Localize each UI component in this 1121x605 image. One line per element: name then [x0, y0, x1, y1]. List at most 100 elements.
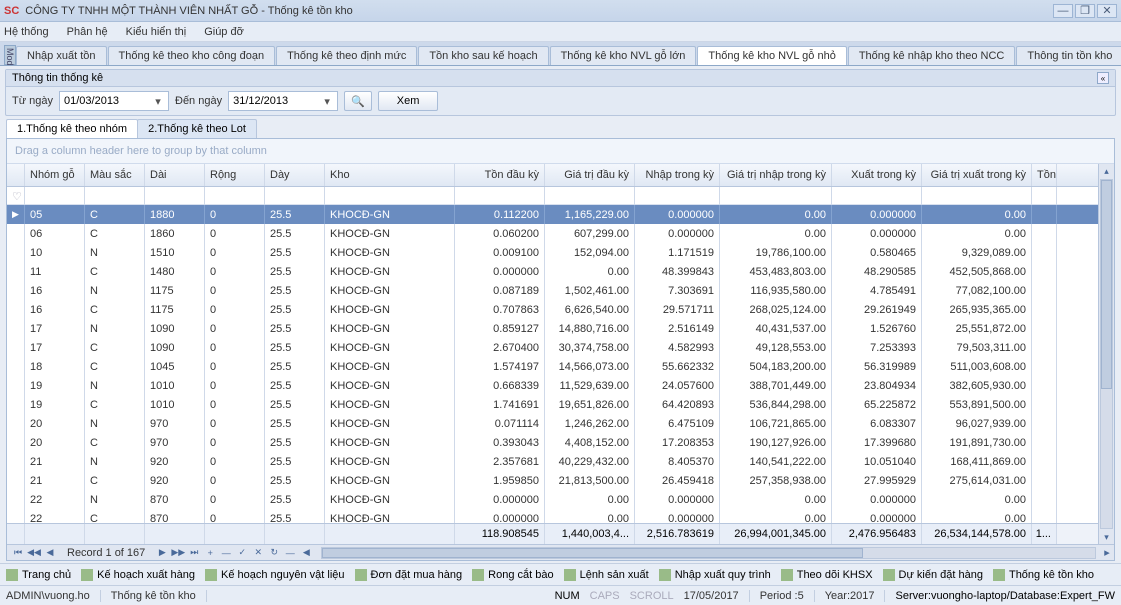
filter-collapse-button[interactable]: « [1097, 72, 1109, 84]
nav-last-icon[interactable]: ⏭ [187, 547, 201, 559]
filter-gtxtk[interactable] [922, 187, 1032, 205]
bottomnav-2[interactable]: Kế hoạch nguyên vật liệu [205, 569, 345, 581]
table-row[interactable]: 17C1090025.5KHOCĐ-GN2.67040030,374,758.0… [7, 338, 1098, 357]
menu-phanhe[interactable]: Phân hệ [67, 26, 108, 38]
nav-prev-page-icon[interactable]: ◀◀ [27, 547, 41, 559]
nav-left-icon[interactable]: ◀ [299, 547, 313, 559]
filter-nhom[interactable] [25, 187, 85, 205]
subtab-theo-nhom[interactable]: 1.Thống kê theo nhóm [6, 119, 138, 138]
filter-gtdk[interactable] [545, 187, 635, 205]
bottomnav-0[interactable]: Trang chủ [6, 569, 71, 581]
scroll-up-icon[interactable]: ▴ [1099, 164, 1114, 178]
tab-5[interactable]: Thống kê kho NVL gỗ nhỏ [697, 46, 846, 65]
group-by-hint[interactable]: Drag a column header here to group by th… [7, 139, 1114, 164]
filter-dai[interactable] [145, 187, 205, 205]
nav-collapse-icon[interactable]: — [283, 547, 297, 559]
bottomnav-1[interactable]: Kế hoạch xuất hàng [81, 569, 195, 581]
filter-funnel-icon[interactable]: ♡ [7, 187, 25, 205]
table-row[interactable]: 16N1175025.5KHOCĐ-GN0.0871891,502,461.00… [7, 281, 1098, 300]
v-scroll-thumb[interactable] [1101, 180, 1112, 389]
filter-gtntk[interactable] [720, 187, 832, 205]
table-row[interactable]: 06C1860025.5KHOCĐ-GN0.060200607,299.000.… [7, 224, 1098, 243]
filter-kho[interactable] [325, 187, 455, 205]
nav-cancel-icon[interactable]: ✕ [251, 547, 265, 559]
subtab-theo-lot[interactable]: 2.Thống kê theo Lot [137, 119, 257, 138]
col-indicator[interactable] [7, 164, 25, 186]
table-row[interactable]: 20C970025.5KHOCĐ-GN0.3930434,408,152.001… [7, 433, 1098, 452]
table-row[interactable]: 22N870025.5KHOCĐ-GN0.0000000.000.0000000… [7, 490, 1098, 509]
bottomnav-7[interactable]: Theo dõi KHSX [781, 569, 873, 581]
bottomnav-3[interactable]: Đơn đặt mua hàng [355, 569, 463, 581]
table-row[interactable]: 10N1510025.5KHOCĐ-GN0.009100152,094.001.… [7, 243, 1098, 262]
bottomnav-8[interactable]: Dự kiến đặt hàng [883, 569, 983, 581]
vertical-scrollbar[interactable]: ▴ ▾ [1098, 164, 1114, 544]
tab-0[interactable]: Nhập xuất tồn [16, 46, 107, 65]
col-ton-cuoi[interactable]: Tồn c [1032, 164, 1057, 186]
from-date-dropdown-icon[interactable]: ▾ [152, 95, 164, 108]
to-date-input[interactable]: 31/12/2013 ▾ [228, 91, 338, 111]
bottomnav-9[interactable]: Thống kê tồn kho [993, 569, 1094, 581]
nav-add-icon[interactable]: + [203, 547, 217, 559]
bottomnav-4[interactable]: Rong cắt bào [472, 569, 553, 581]
table-row[interactable]: 20N970025.5KHOCĐ-GN0.0711141,246,262.006… [7, 414, 1098, 433]
h-scroll-thumb[interactable] [322, 548, 863, 558]
col-ton-dau-ky[interactable]: Tồn đầu kỳ [455, 164, 545, 186]
col-dai[interactable]: Dài [145, 164, 205, 186]
xem-button[interactable]: Xem [378, 91, 439, 111]
col-gia-tri-xuat[interactable]: Giá trị xuất trong kỳ [922, 164, 1032, 186]
table-row[interactable]: 19N1010025.5KHOCĐ-GN0.66833911,529,639.0… [7, 376, 1098, 395]
nav-check-icon[interactable]: ✓ [235, 547, 249, 559]
nav-delete-icon[interactable]: — [219, 547, 233, 559]
to-date-dropdown-icon[interactable]: ▾ [321, 95, 333, 108]
table-row[interactable]: 21N920025.5KHOCĐ-GN2.35768140,229,432.00… [7, 452, 1098, 471]
col-day[interactable]: Dày [265, 164, 325, 186]
close-button[interactable]: ✕ [1097, 4, 1117, 18]
grid-body[interactable]: ▶05C1880025.5KHOCĐ-GN0.1122001,165,229.0… [7, 205, 1098, 523]
filter-mau[interactable] [85, 187, 145, 205]
tab-1[interactable]: Thống kê theo kho công đoạn [108, 46, 276, 65]
tab-7[interactable]: Thông tin tồn kho [1016, 46, 1121, 65]
col-kho[interactable]: Kho [325, 164, 455, 186]
menu-kieuhienthi[interactable]: Kiểu hiển thị [126, 26, 187, 38]
bottomnav-5[interactable]: Lệnh sản xuất [564, 569, 649, 581]
filter-ton[interactable] [1032, 187, 1057, 205]
table-row[interactable]: 17N1090025.5KHOCĐ-GN0.85912714,880,716.0… [7, 319, 1098, 338]
table-row[interactable]: 19C1010025.5KHOCĐ-GN1.74169119,651,826.0… [7, 395, 1098, 414]
menu-giupdo[interactable]: Giúp đỡ [204, 26, 244, 38]
col-gia-tri-dau-ky[interactable]: Giá trị đầu kỳ [545, 164, 635, 186]
col-rong[interactable]: Rộng [205, 164, 265, 186]
restore-button[interactable]: ❐ [1075, 4, 1095, 18]
scroll-down-icon[interactable]: ▾ [1099, 530, 1114, 544]
sidebar-modules-tab[interactable]: Modules [4, 45, 16, 65]
col-nhom-go[interactable]: Nhóm gỗ [25, 164, 85, 186]
table-row[interactable]: 22C870025.5KHOCĐ-GN0.0000000.000.0000000… [7, 509, 1098, 523]
nav-next-icon[interactable]: ▶ [155, 547, 169, 559]
tab-6[interactable]: Thống kê nhập kho theo NCC [848, 46, 1016, 65]
table-row[interactable]: ▶05C1880025.5KHOCĐ-GN0.1122001,165,229.0… [7, 205, 1098, 224]
table-row[interactable]: 18C1045025.5KHOCĐ-GN1.57419714,566,073.0… [7, 357, 1098, 376]
tab-4[interactable]: Thống kê kho NVL gỗ lớn [550, 46, 697, 65]
table-row[interactable]: 16C1175025.5KHOCĐ-GN0.7078636,626,540.00… [7, 300, 1098, 319]
col-nhap-trong-ky[interactable]: Nhập trong kỳ [635, 164, 720, 186]
nav-first-icon[interactable]: ⏮ [11, 547, 25, 559]
nav-refresh-icon[interactable]: ↻ [267, 547, 281, 559]
col-mau-sac[interactable]: Màu sắc [85, 164, 145, 186]
h-scroll-track[interactable] [321, 547, 1096, 559]
filter-rong[interactable] [205, 187, 265, 205]
tab-3[interactable]: Tồn kho sau kế hoạch [418, 46, 548, 65]
tab-2[interactable]: Thống kê theo định mức [276, 46, 417, 65]
filter-nhaptk[interactable] [635, 187, 720, 205]
col-xuat-trong-ky[interactable]: Xuất trong kỳ [832, 164, 922, 186]
filter-xuattk[interactable] [832, 187, 922, 205]
table-row[interactable]: 11C1480025.5KHOCĐ-GN0.0000000.0048.39984… [7, 262, 1098, 281]
bottomnav-6[interactable]: Nhập xuất quy trình [659, 569, 771, 581]
h-scroll-right-icon[interactable]: ▸ [1100, 546, 1114, 559]
nav-next-page-icon[interactable]: ▶▶ [171, 547, 185, 559]
filter-tondk[interactable] [455, 187, 545, 205]
table-row[interactable]: 21C920025.5KHOCĐ-GN1.95985021,813,500.00… [7, 471, 1098, 490]
nav-prev-icon[interactable]: ◀ [43, 547, 57, 559]
from-date-input[interactable]: 01/03/2013 ▾ [59, 91, 169, 111]
filter-day[interactable] [265, 187, 325, 205]
search-icon-button[interactable]: 🔍 [344, 91, 372, 111]
minimize-button[interactable]: — [1053, 4, 1073, 18]
